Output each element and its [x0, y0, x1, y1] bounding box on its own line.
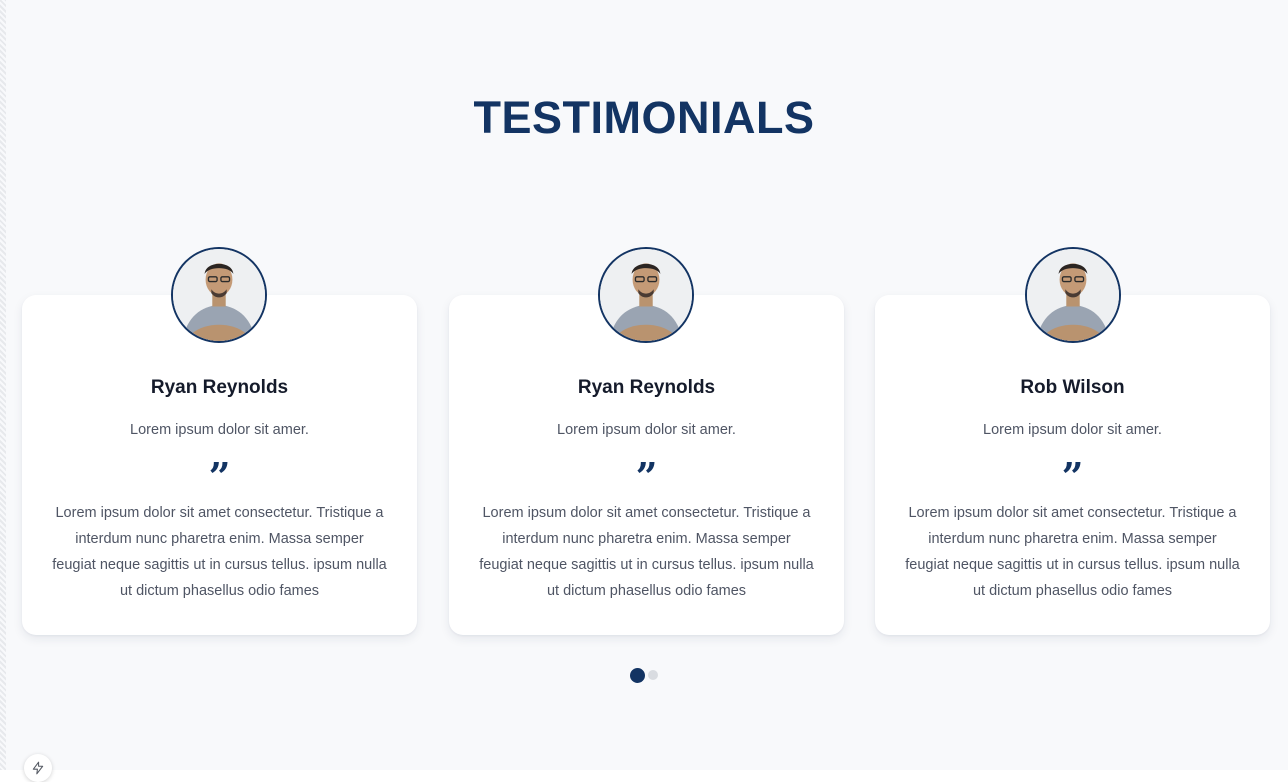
testimonial-name: Rob Wilson	[1020, 377, 1125, 398]
avatar	[1025, 247, 1121, 343]
testimonial-role: Lorem ipsum dolor sit amer.	[130, 422, 309, 438]
avatar	[171, 247, 267, 343]
avatar	[598, 247, 694, 343]
bottom-section-edge	[0, 770, 1288, 782]
carousel-pagination	[630, 667, 658, 683]
testimonial-role: Lorem ipsum dolor sit amer.	[983, 422, 1162, 438]
pagination-dot-1[interactable]	[630, 667, 645, 683]
testimonial-text: Lorem ipsum dolor sit amet consectetur. …	[479, 505, 814, 599]
quote-icon: ”	[208, 454, 231, 499]
quote-icon: ”	[635, 454, 658, 499]
section-title: TESTIMONIALS	[473, 92, 815, 143]
floating-action-button[interactable]	[24, 754, 52, 782]
pagination-dot-2[interactable]	[648, 670, 658, 680]
testimonial-name: Ryan Reynolds	[577, 377, 716, 398]
testimonial-role: Lorem ipsum dolor sit amer.	[557, 422, 736, 438]
testimonial-text: Lorem ipsum dolor sit amet consectetur. …	[905, 505, 1240, 599]
quote-icon: ”	[1061, 454, 1084, 499]
lightning-icon	[32, 761, 44, 775]
testimonial-text: Lorem ipsum dolor sit amet consectetur. …	[52, 505, 387, 599]
testimonial-name: Ryan Reynolds	[150, 377, 289, 398]
testimonials-page: TESTIMONIALS Ryan Reynolds Lorem ipsum d…	[0, 0, 1288, 782]
